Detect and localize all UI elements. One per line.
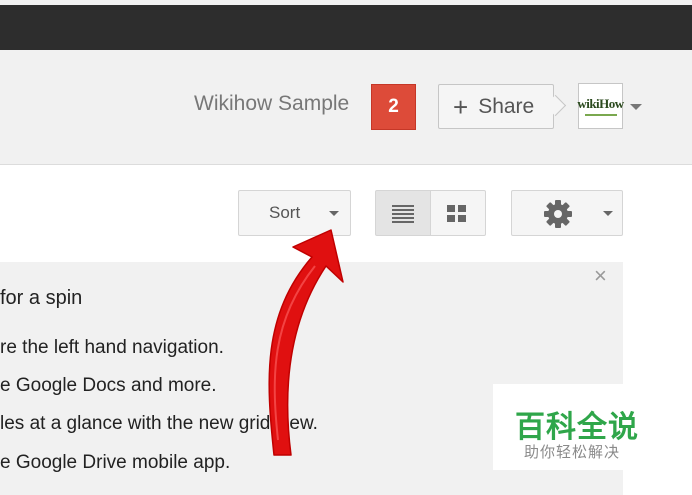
- settings-button[interactable]: [511, 190, 623, 236]
- promo-line: e Google Drive mobile app.: [0, 452, 231, 473]
- top-bar: [0, 0, 692, 50]
- grid-view-icon: [447, 205, 466, 222]
- avatar[interactable]: wikiHow: [577, 83, 624, 129]
- watermark-tagline: 助你轻松解决: [524, 443, 621, 461]
- promo-line: les at a glance with the new grid view.: [0, 413, 318, 434]
- list-view-icon: [392, 205, 414, 223]
- top-edge: [0, 0, 692, 5]
- avatar-logo-underline: [584, 114, 617, 116]
- share-label: Share: [478, 94, 535, 118]
- plus-icon: +: [453, 91, 469, 122]
- promo-line: e Google Docs and more.: [0, 375, 217, 396]
- notifications-badge[interactable]: 2: [371, 84, 416, 130]
- chevron-down-icon: [603, 211, 613, 216]
- promo-line: re the left hand navigation.: [0, 337, 224, 358]
- avatar-logo-text: wikiHow: [577, 96, 624, 111]
- list-view-button[interactable]: [375, 190, 431, 236]
- chevron-down-icon[interactable]: [630, 104, 642, 110]
- share-button[interactable]: + Share: [438, 84, 554, 129]
- sort-label: Sort: [269, 203, 301, 222]
- watermark-logo-text: 百科全说: [515, 410, 639, 445]
- close-icon[interactable]: ×: [594, 265, 607, 287]
- promo-title: for a spin: [0, 287, 83, 309]
- chevron-down-icon: [329, 211, 339, 216]
- user-name[interactable]: Wikihow Sample: [194, 92, 349, 116]
- sort-button[interactable]: Sort: [238, 190, 351, 236]
- grid-view-button[interactable]: [430, 190, 486, 236]
